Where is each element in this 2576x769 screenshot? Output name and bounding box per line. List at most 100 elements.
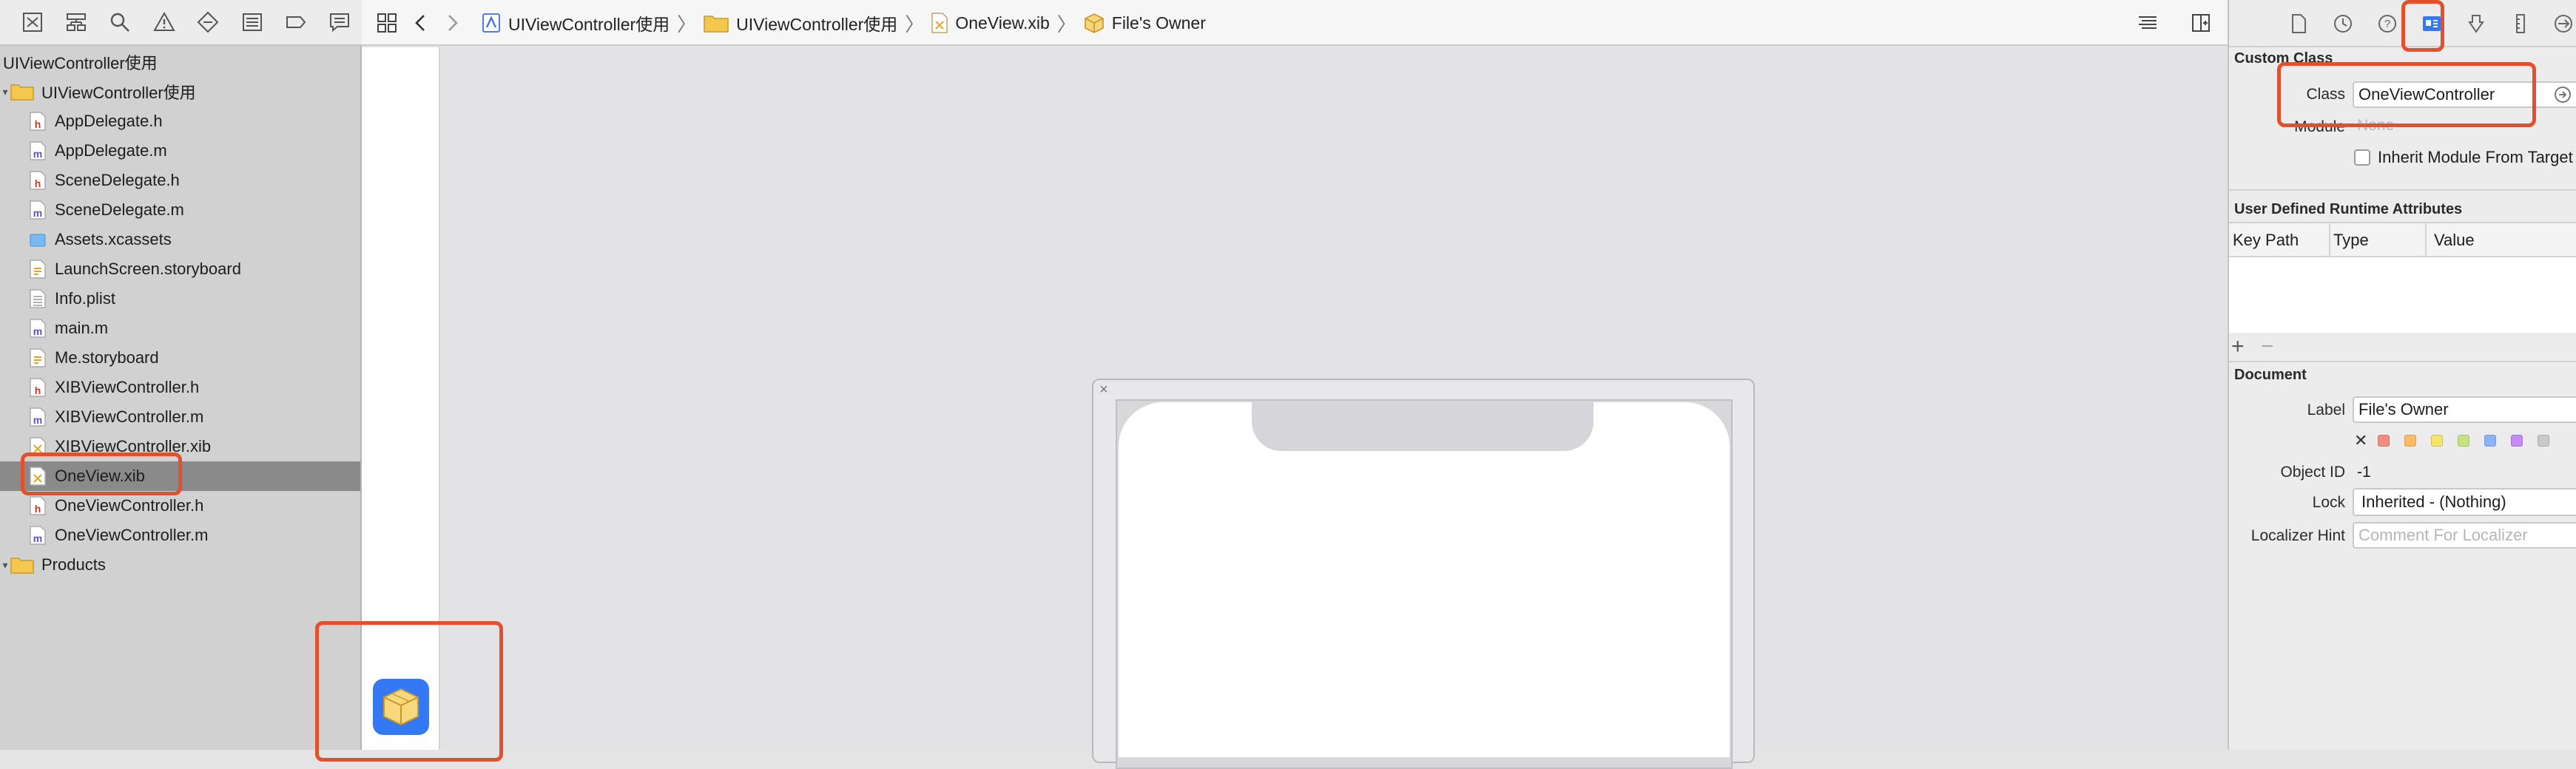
- disclosure-chevron-icon[interactable]: ▾: [0, 77, 10, 106]
- remove-attribute-button[interactable]: −: [2261, 334, 2274, 359]
- tree-file-row[interactable]: Assets.xcassets: [0, 225, 360, 254]
- tree-file-row[interactable]: Me.storyboard: [0, 343, 360, 373]
- tree-file-row[interactable]: h AppDelegate.h: [0, 106, 360, 136]
- editor-options-icon[interactable]: [2131, 6, 2164, 40]
- tree-file-row[interactable]: Info.plist: [0, 284, 360, 314]
- report-icon[interactable]: [318, 4, 362, 41]
- color-swatch[interactable]: [2538, 435, 2549, 447]
- source-control-icon[interactable]: [54, 4, 98, 41]
- size-inspector-icon[interactable]: [2507, 10, 2534, 37]
- m-file-icon: m: [30, 319, 46, 338]
- m-file-icon: m: [30, 407, 46, 427]
- connections-inspector-icon[interactable]: [2550, 10, 2576, 37]
- tree-item-label: AppDelegate.h: [55, 112, 163, 130]
- tree-item-label: Me.storyboard: [55, 348, 159, 367]
- folder-icon: [704, 16, 729, 33]
- forward-chevron-icon[interactable]: [436, 6, 468, 40]
- tree-file-row[interactable]: m main.m: [0, 314, 360, 343]
- tree-file-row[interactable]: m XIBViewController.m: [0, 402, 360, 432]
- clear-color-label-icon[interactable]: ✕: [2354, 432, 2367, 450]
- history-inspector-icon[interactable]: [2330, 10, 2356, 37]
- color-swatch[interactable]: [2511, 435, 2523, 447]
- svg-text:h: h: [35, 118, 41, 130]
- tree-file-row[interactable]: h XIBViewController.h: [0, 373, 360, 402]
- plist-file-icon: [30, 289, 46, 308]
- tree-file-row[interactable]: h OneViewController.h: [0, 491, 360, 521]
- folder-icon: [10, 84, 34, 101]
- tree-group-row[interactable]: ▾ Products: [0, 550, 360, 580]
- cube-icon: [1084, 13, 1104, 33]
- file-inspector-icon[interactable]: [2285, 10, 2312, 37]
- disclosure-chevron-icon[interactable]: ▾: [0, 550, 10, 580]
- breadcrumb-label: UIViewController使用: [736, 15, 898, 34]
- related-items-icon[interactable]: [371, 6, 403, 40]
- m-file-icon: m: [30, 141, 46, 160]
- add-editor-icon[interactable]: [2185, 6, 2217, 40]
- h-file-icon: h: [30, 378, 46, 397]
- breadcrumb-separator-icon: 〉: [1056, 13, 1076, 35]
- breadcrumb-project[interactable]: UIViewController使用: [482, 10, 670, 35]
- breadcrumb-separator-icon: 〉: [905, 13, 925, 35]
- label-field[interactable]: File's Owner: [2353, 396, 2576, 423]
- inherit-module-checkbox[interactable]: [2354, 149, 2370, 166]
- svg-text:m: m: [33, 325, 42, 337]
- divider: [2229, 189, 2576, 191]
- storyboard-file-icon: [30, 348, 46, 367]
- tree-item-label: XIBViewController.h: [55, 378, 200, 396]
- color-swatch[interactable]: [2458, 435, 2469, 447]
- breadcrumb-label: UIViewController使用: [508, 15, 670, 34]
- color-swatch[interactable]: [2404, 435, 2416, 447]
- close-scene-icon[interactable]: ×: [1096, 382, 1112, 398]
- breadcrumb-label: OneView.xib: [955, 13, 1050, 33]
- breadcrumb-group[interactable]: UIViewController使用: [704, 10, 897, 35]
- localizer-placeholder: Comment For Localizer: [2358, 526, 2528, 544]
- tree-file-row[interactable]: m AppDelegate.m: [0, 136, 360, 166]
- breadcrumb-label: File's Owner: [1111, 13, 1206, 33]
- breadcrumb-object[interactable]: File's Owner: [1084, 13, 1206, 33]
- col-type[interactable]: Type: [2333, 231, 2369, 250]
- add-attribute-button[interactable]: +: [2231, 334, 2245, 359]
- help-inspector-icon[interactable]: ?: [2374, 10, 2401, 37]
- svg-text:m: m: [33, 207, 42, 219]
- svg-text:m: m: [33, 148, 42, 160]
- localizer-hint-field[interactable]: Comment For Localizer: [2353, 522, 2576, 549]
- attributes-inspector-icon[interactable]: [2463, 10, 2489, 37]
- breadcrumb-file[interactable]: OneView.xib: [931, 13, 1050, 33]
- breadcrumb: UIViewController使用 〉 UIViewController使用 …: [482, 0, 1206, 46]
- issue-icon[interactable]: [142, 4, 186, 41]
- view-screen[interactable]: [1119, 402, 1730, 757]
- color-swatch[interactable]: [2431, 435, 2443, 447]
- highlight-box-selected-file: [21, 453, 182, 495]
- tree-group-row[interactable]: ▾ UIViewController使用: [0, 77, 360, 106]
- highlight-box-identity-tab: [2401, 0, 2444, 52]
- find-icon[interactable]: [98, 4, 142, 41]
- label-label: Label: [2307, 402, 2345, 419]
- project-navigator-icon[interactable]: [10, 4, 54, 41]
- debug-icon[interactable]: [230, 4, 274, 41]
- breakpoint-icon[interactable]: [274, 4, 317, 41]
- back-chevron-icon[interactable]: [405, 6, 437, 40]
- folder-icon: [10, 558, 34, 574]
- goto-class-arrow-icon[interactable]: [2554, 86, 2572, 104]
- tree-item-label: main.m: [55, 319, 109, 337]
- lock-popup[interactable]: Inherited - (Nothing): [2353, 488, 2576, 516]
- color-swatch[interactable]: [2484, 435, 2496, 447]
- document-title: Document: [2234, 367, 2307, 383]
- device-notch: [1252, 402, 1594, 451]
- svg-text:m: m: [33, 414, 42, 426]
- tree-item-label: OneViewController.m: [55, 526, 209, 544]
- m-file-icon: m: [30, 200, 46, 220]
- label-value: File's Owner: [2358, 400, 2449, 419]
- tree-item-label: LaunchScreen.storyboard: [55, 260, 241, 278]
- tree-file-row[interactable]: LaunchScreen.storyboard: [0, 254, 360, 284]
- test-icon[interactable]: [186, 4, 230, 41]
- udra-table-body[interactable]: [2229, 256, 2576, 333]
- tree-file-row[interactable]: m SceneDelegate.m: [0, 195, 360, 225]
- col-key-path[interactable]: Key Path: [2233, 231, 2299, 250]
- color-swatch[interactable]: [2378, 435, 2390, 447]
- tree-file-row[interactable]: m OneViewController.m: [0, 521, 360, 550]
- tree-group-row[interactable]: UIViewController使用: [0, 47, 360, 77]
- tree-file-row[interactable]: h SceneDelegate.h: [0, 166, 360, 195]
- tree-item-label: UIViewController使用: [3, 54, 158, 72]
- col-value[interactable]: Value: [2434, 231, 2475, 250]
